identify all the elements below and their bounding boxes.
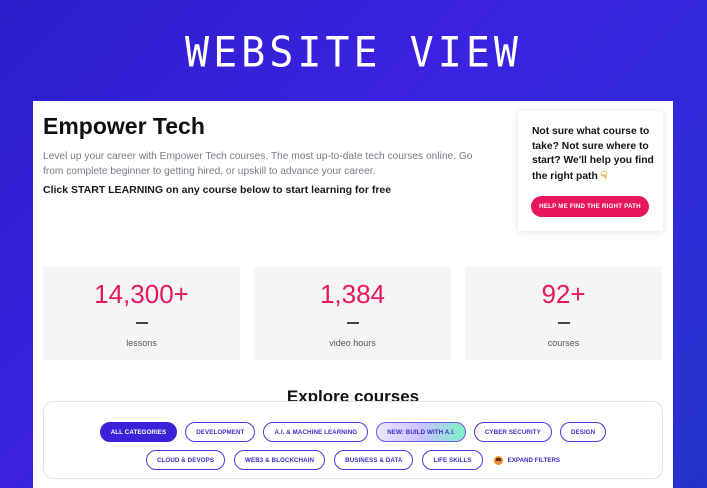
help-text-block: Not sure what course to take? Not sure w…: [532, 125, 654, 184]
stat-label: video hours: [329, 338, 376, 348]
stat-card-lessons: 14,300+ lessons: [43, 267, 240, 360]
help-card: Not sure what course to take? Not sure w…: [518, 111, 663, 231]
hero-cta-text: Click START LEARNING on any course below…: [43, 184, 392, 196]
page-title: Empower Tech: [43, 113, 205, 139]
chip-all-categories[interactable]: ALL CATEGORIES: [99, 422, 178, 442]
chip-web3-blockchain[interactable]: WEB3 & BLOCKCHAIN: [234, 450, 326, 470]
chip-build-with-ai[interactable]: NEW: BUILD WITH A.I.: [376, 422, 466, 442]
filter-emoji-icon: [493, 455, 503, 465]
stat-value: 14,300+: [94, 279, 189, 309]
stat-divider: [135, 322, 148, 324]
help-text: Not sure what course to take? Not sure w…: [532, 126, 654, 182]
chip-design[interactable]: DESIGN: [559, 422, 607, 442]
filter-row-1: ALL CATEGORIES DEVELOPMENT A.I. & MACHIN…: [44, 422, 662, 442]
stat-label: lessons: [126, 338, 157, 348]
stat-card-courses: 92+ courses: [465, 267, 662, 360]
stat-card-video-hours: 1,384 video hours: [254, 267, 451, 360]
chip-development[interactable]: DEVELOPMENT: [185, 422, 256, 442]
stat-label: courses: [547, 338, 580, 348]
category-filter-box: ALL CATEGORIES DEVELOPMENT A.I. & MACHIN…: [43, 401, 663, 479]
chip-business-data[interactable]: BUSINESS & DATA: [334, 450, 414, 470]
filter-row-2: CLOUD & DEVOPS WEB3 & BLOCKCHAIN BUSINES…: [44, 450, 662, 470]
hero-description: Level up your career with Empower Tech c…: [43, 151, 473, 177]
chip-cloud-devops[interactable]: CLOUD & DEVOPS: [145, 450, 226, 470]
stat-value: 1,384: [319, 279, 386, 309]
help-find-path-button[interactable]: HELP ME FIND THE RIGHT PATH: [531, 196, 649, 217]
stat-value: 92+: [541, 279, 586, 309]
stat-divider: [557, 322, 570, 324]
chip-life-skills[interactable]: LIFE SKILLS: [422, 450, 483, 470]
expand-filters-label: EXPAND FILTERS: [507, 456, 561, 464]
pointing-hand-icon: ☟: [600, 169, 608, 182]
chip-ai-machine-learning[interactable]: A.I. & MACHINE LEARNING: [263, 422, 369, 442]
expand-filters-button[interactable]: EXPAND FILTERS: [492, 450, 560, 470]
banner-title: WEBSITE VIEW: [185, 28, 522, 78]
stat-divider: [346, 322, 359, 324]
website-page: Empower Tech Level up your career with E…: [33, 101, 673, 488]
chip-cyber-security[interactable]: CYBER SECURITY: [473, 422, 552, 442]
